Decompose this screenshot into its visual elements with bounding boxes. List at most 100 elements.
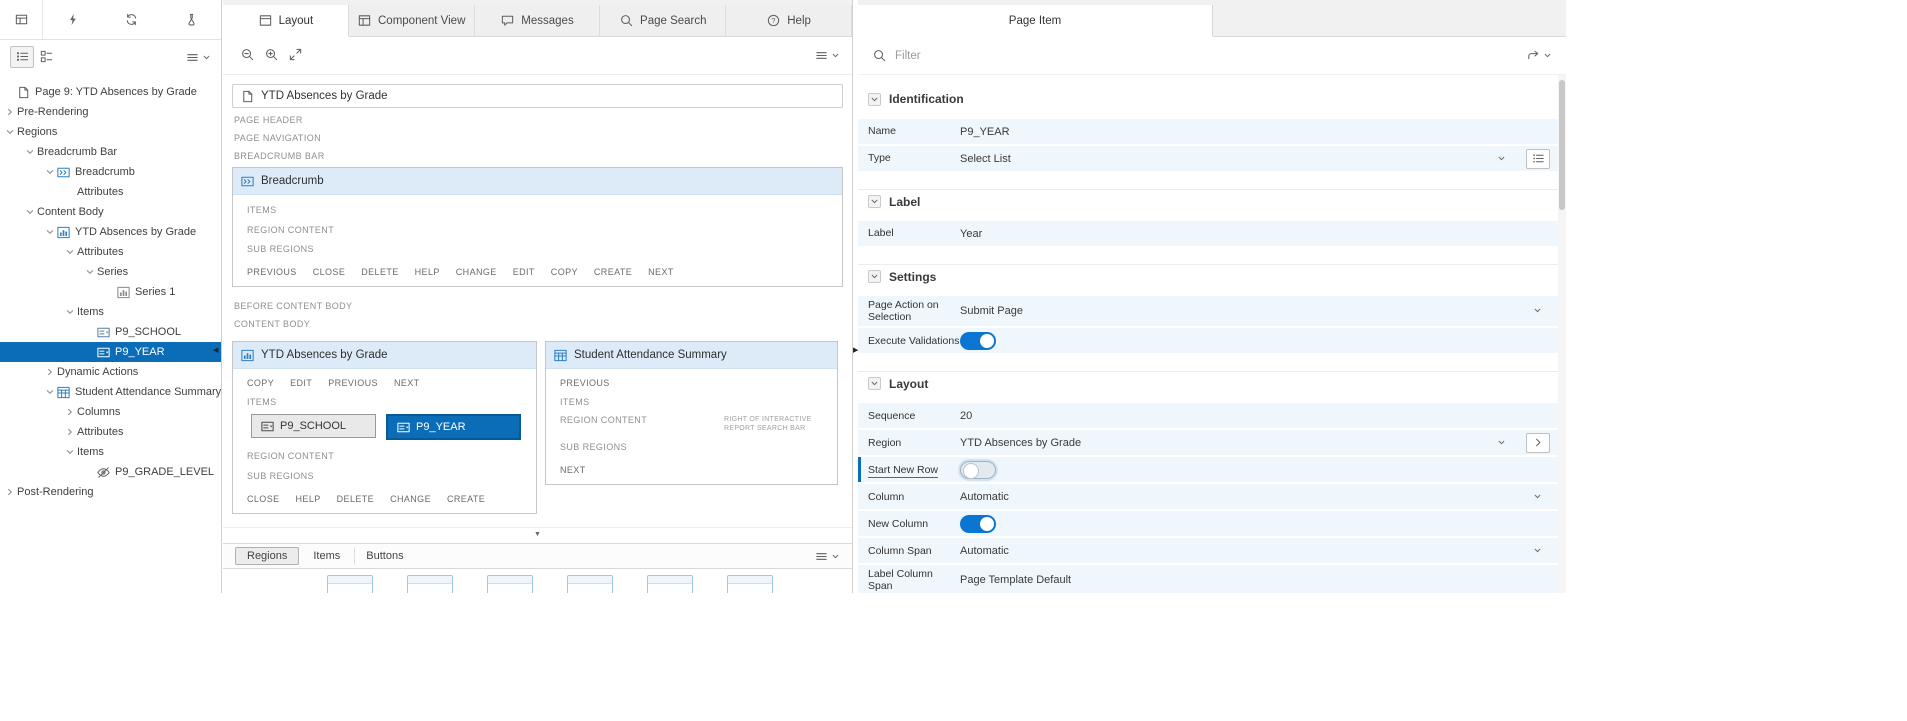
chevron-down-icon[interactable] (1533, 302, 1542, 320)
tree-item-series-1[interactable]: Series 1 (0, 282, 221, 302)
tree-item-page-9-ytd-absences-by-grade[interactable]: Page 9: YTD Absences by Grade (0, 82, 221, 102)
list-btn-button[interactable] (1526, 149, 1550, 169)
tree-chevron-down-icon[interactable] (64, 307, 76, 317)
bolt-button[interactable] (43, 0, 102, 39)
group-header-layout[interactable]: Layout (858, 371, 1558, 395)
tree-chevron-down-icon[interactable] (24, 207, 36, 217)
toggle-execute-validations[interactable] (960, 332, 996, 350)
zoom-in-button[interactable] (259, 44, 283, 66)
tree-item-pre-rendering[interactable]: Pre-Rendering (0, 102, 221, 122)
tree-item-series[interactable]: Series (0, 262, 221, 282)
property-value-page-action-on-selection[interactable]: Submit Page (960, 305, 1023, 317)
tree-item-columns[interactable]: Columns (0, 402, 221, 422)
ordered-list-button[interactable] (10, 46, 34, 68)
toggle-start-new-row[interactable] (960, 461, 996, 479)
tree-item-items[interactable]: Items (0, 302, 221, 322)
property-scrollbar[interactable] (1558, 75, 1566, 593)
sync-button[interactable] (102, 0, 161, 39)
tree-menu-button[interactable] (185, 50, 211, 65)
breadcrumb-action-help[interactable]: HELP (415, 267, 440, 277)
chart-action-close[interactable]: CLOSE (247, 494, 280, 504)
group-header-identification[interactable]: Identification (858, 87, 1558, 111)
layout-menu-button[interactable] (814, 48, 840, 63)
filter-input[interactable] (895, 50, 1518, 62)
tree-chevron-down-icon[interactable] (64, 447, 76, 457)
breadcrumb-region[interactable]: Breadcrumb ITEMS REGION CONTENT SUB REGI… (232, 167, 843, 287)
tab-messages[interactable]: Messages (475, 5, 601, 37)
tree-item-attributes[interactable]: Attributes (0, 182, 221, 202)
chart-action-copy[interactable]: COPY (247, 378, 274, 388)
tree-item-breadcrumb[interactable]: Breadcrumb (0, 162, 221, 182)
chart-action-edit[interactable]: EDIT (290, 378, 312, 388)
zoom-out-button[interactable] (235, 44, 259, 66)
chevron-down-icon[interactable] (1533, 488, 1542, 506)
summary-action-previous[interactable]: PREVIOUS (560, 378, 610, 388)
tree-chevron-down-icon[interactable] (44, 167, 56, 177)
breadcrumb-action-edit[interactable]: EDIT (513, 267, 535, 277)
breadcrumb-action-change[interactable]: CHANGE (456, 267, 497, 277)
breadcrumb-action-next[interactable]: NEXT (648, 267, 674, 277)
summary-action-next[interactable]: NEXT (560, 465, 586, 475)
tree-item-items[interactable]: Items (0, 442, 221, 462)
right-splitter-collapse-icon[interactable]: ▶ (853, 347, 858, 354)
region-template-thumb[interactable] (647, 575, 693, 593)
tree-chevron-right-icon[interactable] (64, 407, 76, 417)
tree-item-p9-grade-level[interactable]: P9_GRADE_LEVEL (0, 462, 221, 482)
property-value-column[interactable]: Automatic (960, 491, 1009, 503)
tree-chevron-down-icon[interactable] (84, 267, 96, 277)
left-splitter-collapse-icon[interactable]: ◀ (213, 347, 218, 354)
collapse-icon[interactable] (868, 270, 881, 283)
chart-region-header[interactable]: YTD Absences by Grade (233, 342, 536, 369)
scrollbar-thumb[interactable] (1559, 80, 1565, 210)
chart-action-previous[interactable]: PREVIOUS (328, 378, 378, 388)
property-value-label-column-span[interactable]: Page Template Default (960, 574, 1071, 586)
group-list-button[interactable] (34, 46, 58, 68)
tree-item-content-body[interactable]: Content Body (0, 202, 221, 222)
gallery-tab-items[interactable]: Items (301, 547, 352, 565)
collapse-icon[interactable] (868, 195, 881, 208)
horizontal-splitter[interactable]: ▼ (223, 527, 852, 543)
chevron-down-icon[interactable] (1497, 150, 1506, 168)
region-template-thumb[interactable] (487, 575, 533, 593)
tree-item-student-attendance-summary[interactable]: Student Attendance Summary (0, 382, 221, 402)
tree-item-attributes[interactable]: Attributes (0, 422, 221, 442)
property-value-sequence[interactable]: 20 (960, 410, 972, 422)
tree-chevron-right-icon[interactable] (64, 427, 76, 437)
property-value-region[interactable]: YTD Absences by Grade (960, 437, 1081, 449)
tree-chevron-down-icon[interactable] (44, 227, 56, 237)
chart-action-change[interactable]: CHANGE (390, 494, 431, 504)
tree-item-post-rendering[interactable]: Post-Rendering (0, 482, 221, 502)
tab-help[interactable]: ?Help (726, 5, 852, 37)
arrow-right-btn-button[interactable] (1526, 433, 1550, 453)
tree-item-attributes[interactable]: Attributes (0, 242, 221, 262)
tree-chevron-down-icon[interactable] (64, 247, 76, 257)
property-value-type[interactable]: Select List (960, 153, 1011, 165)
chart-action-help[interactable]: HELP (296, 494, 321, 504)
tree-chevron-down-icon[interactable] (4, 127, 16, 137)
tree-item-regions[interactable]: Regions (0, 122, 221, 142)
collapse-icon[interactable] (868, 93, 881, 106)
region-template-thumb[interactable] (407, 575, 453, 593)
tree-item-ytd-absences-by-grade[interactable]: YTD Absences by Grade (0, 222, 221, 242)
gallery-tab-buttons[interactable]: Buttons (354, 547, 415, 565)
tree-chevron-down-icon[interactable] (44, 387, 56, 397)
tab-page-search[interactable]: Page Search (600, 5, 726, 37)
chart-region[interactable]: YTD Absences by Grade COPYEDITPREVIOUSNE… (232, 341, 537, 514)
grid-menu-button[interactable] (0, 0, 43, 39)
breadcrumb-action-create[interactable]: CREATE (594, 267, 632, 277)
tree-item-dynamic-actions[interactable]: Dynamic Actions (0, 362, 221, 382)
region-template-thumb[interactable] (327, 575, 373, 593)
tree-chevron-down-icon[interactable] (24, 147, 36, 157)
tab-page-item[interactable]: Page Item (858, 5, 1213, 37)
breadcrumb-action-delete[interactable]: DELETE (361, 267, 398, 277)
breadcrumb-action-previous[interactable]: PREVIOUS (247, 267, 297, 277)
breadcrumb-action-close[interactable]: CLOSE (313, 267, 346, 277)
layout-item-p9-school[interactable]: P9_SCHOOL (251, 414, 376, 438)
breadcrumb-action-copy[interactable]: COPY (551, 267, 578, 277)
expand-button[interactable] (283, 44, 307, 66)
region-template-thumb[interactable] (727, 575, 773, 593)
tab-layout[interactable]: Layout (223, 5, 349, 37)
chart-action-create[interactable]: CREATE (447, 494, 485, 504)
chart-action-delete[interactable]: DELETE (337, 494, 374, 504)
property-value-column-span[interactable]: Automatic (960, 545, 1009, 557)
